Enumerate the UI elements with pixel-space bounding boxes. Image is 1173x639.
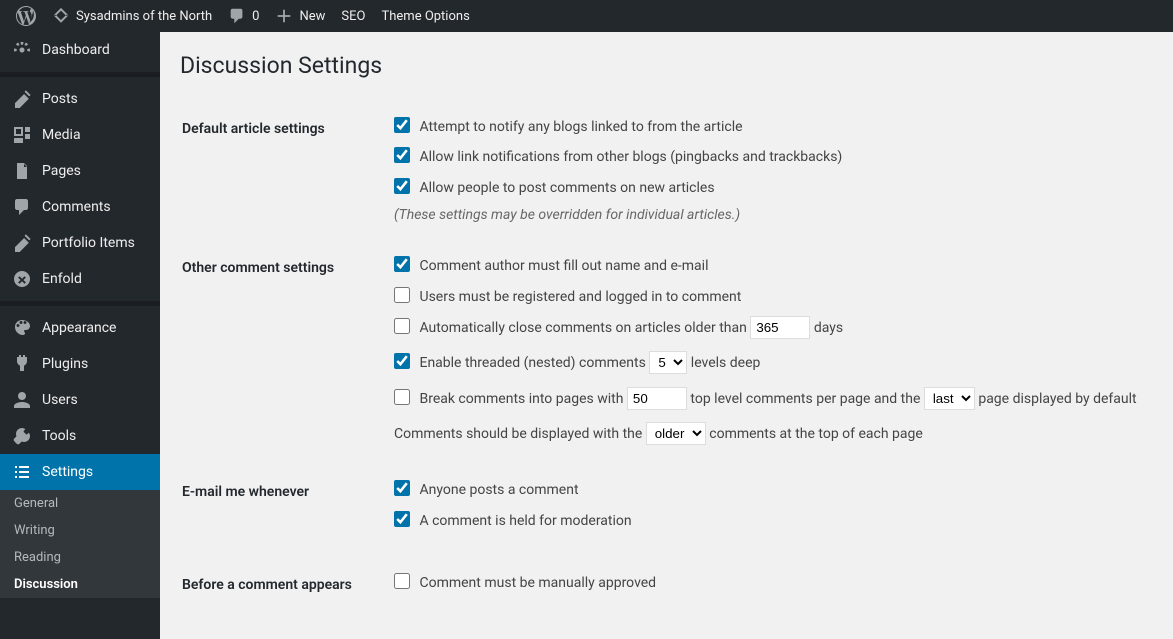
- site-link[interactable]: Sysadmins of the North: [44, 0, 220, 32]
- paginate-option[interactable]: Break comments into pages with top level…: [394, 387, 1141, 410]
- threaded-option[interactable]: Enable threaded (nested) comments 5 leve…: [394, 351, 1141, 374]
- manual-approve-checkbox[interactable]: [394, 573, 410, 589]
- threaded-checkbox[interactable]: [394, 353, 410, 369]
- section-default-article-heading: Default article settings: [182, 101, 382, 238]
- notify-blogs-checkbox[interactable]: [394, 117, 410, 133]
- settings-submenu: General Writing Reading Discussion: [0, 490, 160, 598]
- sidebar-item-users[interactable]: Users: [0, 382, 160, 418]
- paginate-default-select[interactable]: last: [924, 387, 975, 410]
- comments-link[interactable]: 0: [220, 0, 267, 32]
- require-name-email-option[interactable]: Comment author must fill out name and e-…: [394, 255, 1141, 277]
- section-before-appears-heading: Before a comment appears: [182, 557, 382, 617]
- admin-sidebar: Dashboard Posts Media Pages Comments Por…: [0, 32, 160, 639]
- menu-separator: [0, 301, 160, 306]
- paginate-checkbox[interactable]: [394, 389, 410, 405]
- allow-pingbacks-checkbox[interactable]: [394, 147, 410, 163]
- sidebar-item-comments[interactable]: Comments: [0, 189, 160, 225]
- submenu-writing[interactable]: Writing: [0, 517, 160, 544]
- sidebar-item-portfolio[interactable]: Portfolio Items: [0, 225, 160, 261]
- sidebar-item-tools[interactable]: Tools: [0, 418, 160, 454]
- require-name-email-checkbox[interactable]: [394, 256, 410, 272]
- submenu-reading[interactable]: Reading: [0, 544, 160, 571]
- autoclose-option[interactable]: Automatically close comments on articles…: [394, 316, 1141, 339]
- email-moderation-checkbox[interactable]: [394, 511, 410, 527]
- sidebar-item-enfold[interactable]: Enfold: [0, 261, 160, 297]
- submenu-discussion[interactable]: Discussion: [0, 571, 160, 598]
- sidebar-item-settings[interactable]: Settings: [0, 454, 160, 490]
- theme-options-link[interactable]: Theme Options: [373, 0, 477, 32]
- page-title: Discussion Settings: [180, 52, 1153, 79]
- sidebar-item-plugins[interactable]: Plugins: [0, 346, 160, 382]
- site-name: Sysadmins of the North: [76, 9, 212, 24]
- new-content-link[interactable]: New: [267, 0, 333, 32]
- require-registered-checkbox[interactable]: [394, 287, 410, 303]
- sidebar-item-pages[interactable]: Pages: [0, 153, 160, 189]
- email-anyone-checkbox[interactable]: [394, 480, 410, 496]
- sidebar-item-appearance[interactable]: Appearance: [0, 310, 160, 346]
- require-registered-option[interactable]: Users must be registered and logged in t…: [394, 286, 1141, 308]
- new-label: New: [299, 9, 325, 24]
- wp-logo[interactable]: [8, 0, 44, 32]
- submenu-general[interactable]: General: [0, 490, 160, 517]
- main-content: Discussion Settings Default article sett…: [160, 32, 1173, 639]
- allow-pingbacks-option[interactable]: Allow link notifications from other blog…: [394, 146, 1141, 168]
- manual-approve-option[interactable]: Comment must be manually approved: [394, 572, 1141, 594]
- comment-order-select[interactable]: older: [646, 422, 706, 445]
- section-other-comment-heading: Other comment settings: [182, 240, 382, 462]
- autoclose-checkbox[interactable]: [394, 318, 410, 334]
- email-moderation-option[interactable]: A comment is held for moderation: [394, 510, 1141, 532]
- allow-comments-option[interactable]: Allow people to post comments on new art…: [394, 177, 1141, 199]
- email-anyone-option[interactable]: Anyone posts a comment: [394, 479, 1141, 501]
- allow-comments-checkbox[interactable]: [394, 178, 410, 194]
- seo-link[interactable]: SEO: [333, 0, 373, 32]
- sidebar-item-media[interactable]: Media: [0, 117, 160, 153]
- section-email-me-heading: E-mail me whenever: [182, 464, 382, 555]
- comment-order-row: Comments should be displayed with the ol…: [394, 422, 1141, 447]
- notify-blogs-option[interactable]: Attempt to notify any blogs linked to fr…: [394, 116, 1141, 138]
- threaded-levels-select[interactable]: 5: [649, 351, 687, 374]
- menu-separator: [0, 72, 160, 77]
- default-article-note: (These settings may be overridden for in…: [394, 207, 1141, 223]
- autoclose-days-input[interactable]: [750, 316, 810, 339]
- sidebar-item-dashboard[interactable]: Dashboard: [0, 32, 160, 68]
- admin-toolbar: Sysadmins of the North 0 New SEO Theme O…: [0, 0, 1173, 32]
- comments-count: 0: [252, 9, 259, 24]
- paginate-count-input[interactable]: [627, 387, 687, 410]
- sidebar-item-posts[interactable]: Posts: [0, 81, 160, 117]
